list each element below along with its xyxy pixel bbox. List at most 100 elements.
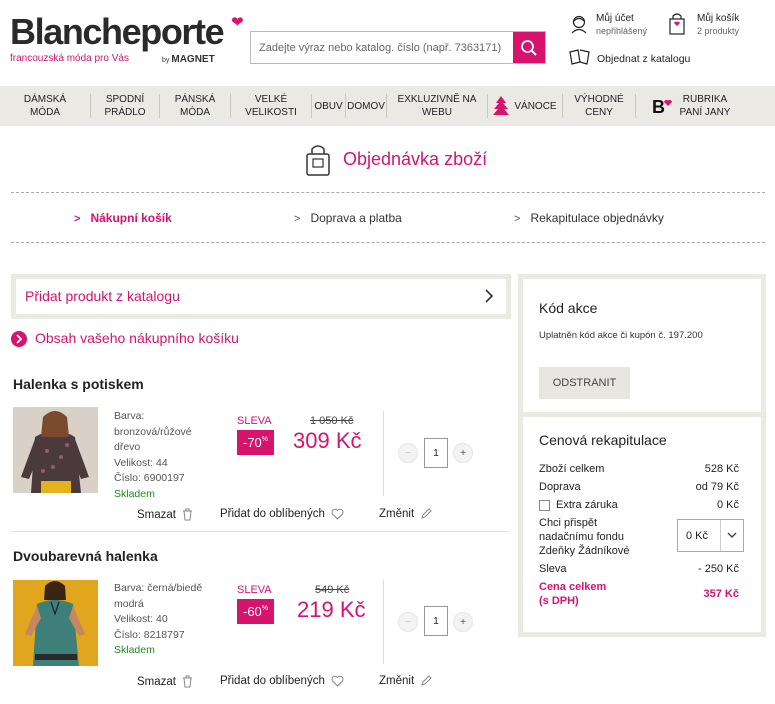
step-label: Doprava a platba — [310, 211, 402, 225]
stock-status: Skladem — [114, 644, 155, 656]
nav-item-rubrika-pani-jany[interactable]: B Rubrika paní Jany — [636, 93, 746, 119]
change-label: Změnit — [379, 675, 415, 687]
attr-size: 44 — [156, 456, 168, 469]
extra-warranty-checkbox[interactable] — [539, 500, 550, 511]
favorite-label: Přidat do oblíbených — [220, 675, 325, 687]
old-price: 1 050 Kč — [310, 415, 354, 427]
discount-unit: % — [261, 605, 269, 612]
order-sidebar: Kód akce Uplatněn kód akce či kupón č. 1… — [518, 274, 766, 637]
christmas-tree-icon — [493, 96, 510, 115]
add-to-favorites-button[interactable]: Přidat do oblíbených — [220, 508, 344, 520]
delete-button[interactable]: Smazat — [137, 675, 193, 688]
nav-item-panska-moda[interactable]: Pánská móda — [160, 93, 230, 119]
heart-icon: ❤ — [231, 14, 244, 31]
quantity-input[interactable]: 1 — [424, 606, 448, 636]
pencil-icon — [421, 675, 432, 686]
attr-number: 8218797 — [143, 628, 185, 641]
step-cart[interactable]: > Nákupní košík — [74, 211, 172, 225]
user-icon[interactable] — [569, 14, 589, 34]
summary-row-shipping: Doprava od 79 Kč — [539, 481, 739, 493]
nav-line: Velké — [254, 94, 288, 105]
nav-item-damska-moda[interactable]: Dámská móda — [0, 93, 90, 119]
price: 309 Kč — [293, 428, 362, 453]
step-summary[interactable]: > Rekapitulace objednávky — [514, 211, 664, 225]
step-shipping[interactable]: > Doprava a platba — [294, 211, 402, 225]
attr-label: Barva: — [114, 582, 145, 594]
summary-value: 528 Kč — [704, 463, 739, 475]
product-image[interactable] — [13, 407, 98, 493]
shopping-bag-icon[interactable] — [668, 12, 686, 36]
summary-row-warranty: Extra záruka 0 Kč — [539, 499, 739, 511]
account-link[interactable]: Můj účet nepřihlášený — [596, 13, 647, 37]
decrease-qty-button[interactable]: − — [398, 443, 418, 463]
nav-line: móda — [29, 107, 60, 118]
increase-qty-button[interactable]: + — [453, 612, 473, 632]
remove-promo-button[interactable]: ODSTRANIT — [539, 367, 630, 399]
nav-item-domov[interactable]: Domov — [346, 93, 386, 119]
nav-item-spodni-pradlo[interactable]: Spodní prádlo — [91, 93, 159, 119]
search-button[interactable] — [513, 32, 545, 63]
delete-label: Smazat — [137, 675, 176, 688]
step-label: Nákupní košík — [90, 211, 172, 225]
cart-heading-label: Obsah vašeho nákupního košíku — [35, 330, 239, 346]
divider — [11, 531, 509, 532]
product-name[interactable]: Dvoubarevná halenka — [13, 548, 158, 564]
trash-icon — [183, 508, 192, 521]
attr-color: bronzová/růžové — [114, 425, 192, 438]
catalog-order-link[interactable]: Objednat z katalogu — [597, 53, 690, 65]
change-button[interactable]: Změnit — [379, 675, 432, 687]
change-button[interactable]: Změnit — [379, 508, 432, 520]
summary-row-goods: Zboží celkem 528 Kč — [539, 463, 739, 475]
summary-label: Doprava — [539, 481, 581, 493]
quantity-input[interactable]: 1 — [424, 438, 448, 468]
attr-label: Číslo: — [114, 628, 141, 641]
increase-qty-button[interactable]: + — [453, 443, 473, 463]
add-from-catalog-box: Přidat produkt z katalogu — [11, 274, 511, 319]
attr-label: Číslo: — [114, 472, 141, 484]
cart-label: Můj košík — [697, 13, 740, 24]
summary-value: od 79 Kč — [695, 481, 739, 493]
summary-label: Sleva — [539, 563, 567, 575]
discount-value: -70 — [242, 435, 262, 450]
product-image[interactable] — [13, 580, 98, 666]
product-name[interactable]: Halenka s potiskem — [13, 376, 144, 392]
nav-line: Pánská — [174, 94, 216, 105]
nav-item-vyhodne-ceny[interactable]: Výhodné ceny — [563, 93, 635, 119]
nav-line: móda — [179, 107, 210, 118]
decrease-qty-button[interactable]: − — [398, 612, 418, 632]
brand-partner-name: MAGNET — [171, 54, 215, 65]
favorite-label: Přidat do oblíbených — [220, 508, 325, 520]
nav-item-vanoce[interactable]: Vánoce — [488, 93, 562, 119]
add-from-catalog-label: Přidat produkt z katalogu — [25, 288, 180, 304]
cart-link[interactable]: Můj košík 2 produkty — [697, 13, 739, 37]
add-from-catalog-button[interactable]: Přidat produkt z katalogu — [16, 279, 506, 314]
sale-label: SLEVA — [237, 415, 272, 427]
promo-code-box: Kód akce Uplatněn kód akce či kupón č. 1… — [523, 279, 761, 412]
divider — [11, 192, 765, 193]
chevron-right-icon — [485, 289, 494, 303]
summary-label: Zboží celkem — [539, 463, 605, 475]
b-heart-logo-icon: B — [652, 97, 672, 115]
page-title: Objednávka zboží — [343, 149, 488, 169]
brand-tagline: francouzská móda pro Vás — [10, 53, 129, 64]
nav-item-obuv[interactable]: Obuv — [312, 93, 345, 119]
search-input[interactable] — [251, 32, 513, 63]
sale-label: SLEVA — [237, 584, 272, 596]
price-summary-box: Cenová rekapitulace Zboží celkem 528 Kč … — [523, 417, 761, 632]
brand-logo[interactable]: Blancheporte ❤ francouzská móda pro Vás … — [10, 13, 244, 66]
nav-line: Dámská — [23, 94, 67, 105]
chevron-right-icon: > — [74, 213, 81, 225]
search-icon — [521, 39, 537, 56]
stock-status: Skladem — [114, 487, 155, 500]
account-label: Můj účet — [596, 13, 634, 24]
delete-button[interactable]: Smazat — [137, 508, 193, 521]
add-to-favorites-button[interactable]: Přidat do oblíbených — [220, 675, 344, 687]
nav-item-exkluzivne-na-webu[interactable]: Exkluzivně na webu — [387, 93, 487, 119]
catalog-icon[interactable] — [568, 48, 592, 66]
attr-label: Barva: — [114, 410, 145, 422]
donation-select[interactable]: 0 Kč — [677, 519, 744, 552]
summary-value: - 250 Kč — [698, 563, 739, 575]
nav-item-velke-velikosti[interactable]: Velké velikosti — [231, 93, 311, 119]
summary-row-discount: Sleva - 250 Kč — [539, 563, 739, 575]
shopping-bag-icon — [306, 145, 330, 176]
